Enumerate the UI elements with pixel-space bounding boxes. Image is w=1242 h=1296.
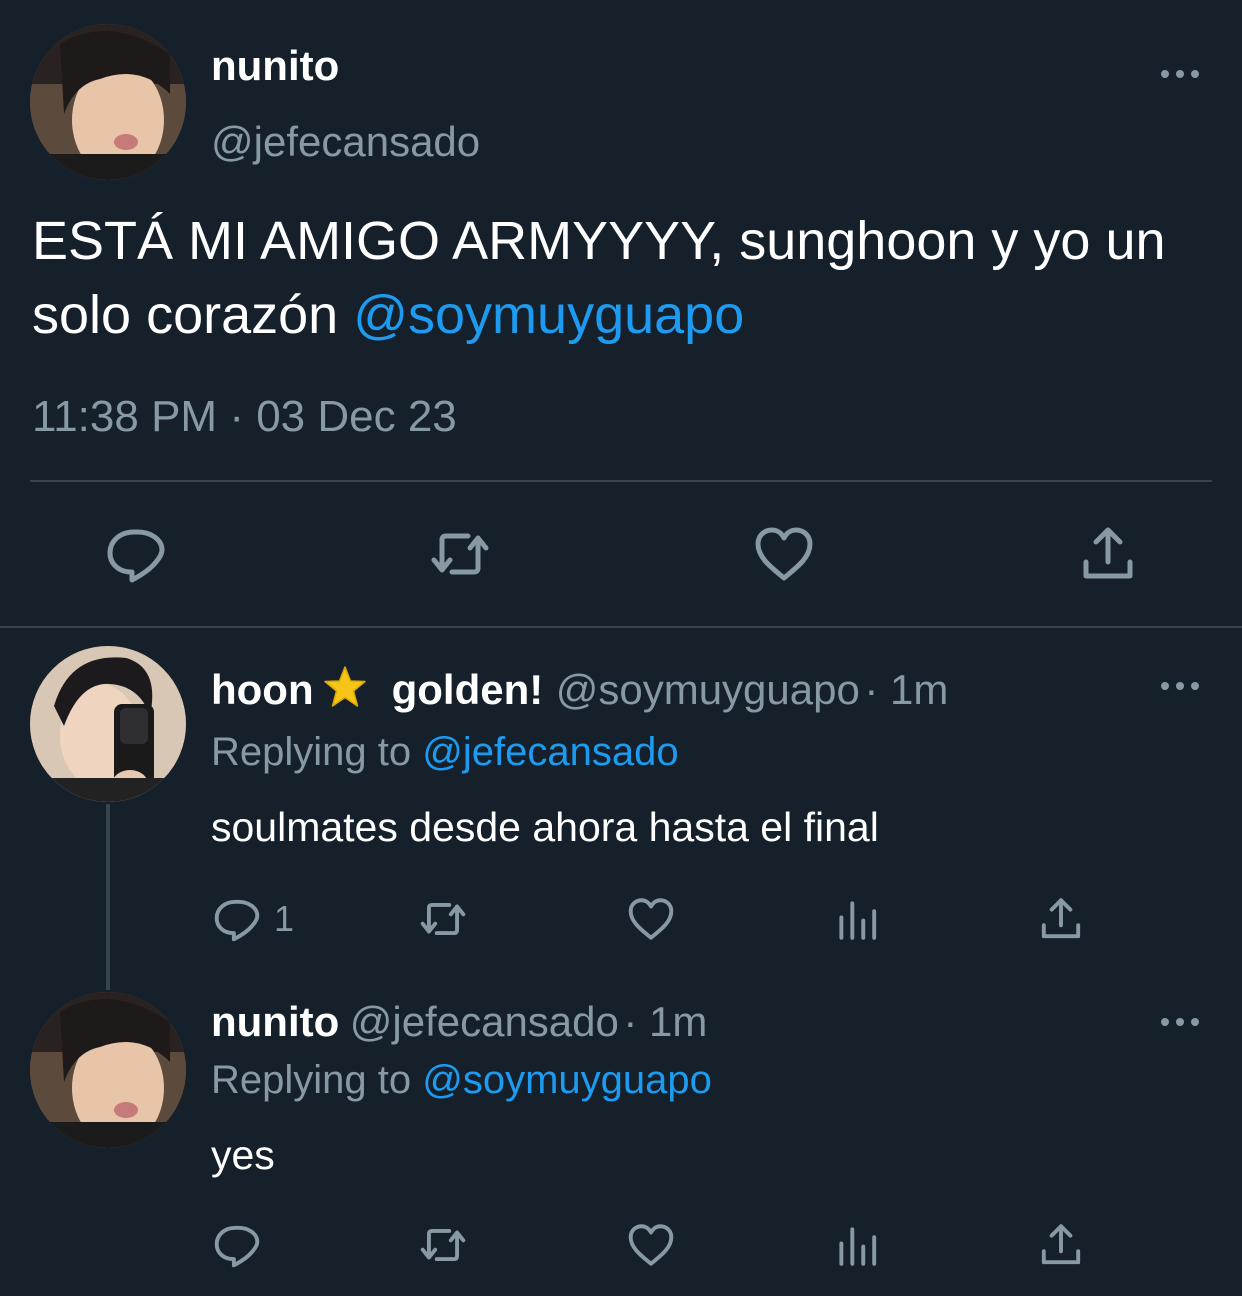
thread-line — [106, 804, 110, 990]
more-horizontal-icon[interactable] — [1160, 64, 1200, 84]
reply-icon[interactable] — [104, 522, 168, 586]
reply-header: nunito @jefecansado · 1m — [211, 998, 707, 1046]
replying-to-link[interactable]: @soymuyguapo — [422, 1058, 712, 1102]
more-horizontal-icon[interactable] — [1160, 676, 1200, 696]
divider — [30, 480, 1212, 482]
tweet-date: 03 Dec 23 — [256, 392, 457, 441]
replying-to: Replying to @soymuyguapo — [211, 1058, 712, 1103]
tweet-time: 11:38 PM — [32, 392, 218, 441]
reply-time[interactable]: · 1m — [864, 666, 948, 713]
reply-time[interactable]: · 1m — [623, 998, 707, 1045]
meta-separator: · — [229, 392, 244, 441]
avatar[interactable] — [30, 992, 186, 1148]
reply-text: yes — [211, 1132, 275, 1178]
author-handle[interactable]: @jefecansado — [211, 118, 480, 166]
avatar[interactable] — [30, 646, 186, 802]
avatar[interactable] — [30, 24, 186, 180]
retweet-icon[interactable] — [418, 894, 468, 944]
replying-to: Replying to @jefecansado — [211, 730, 679, 775]
replying-prefix: Replying to — [211, 1058, 412, 1102]
analytics-icon[interactable] — [832, 894, 882, 944]
mention-link[interactable]: @soymuyguapo — [353, 285, 744, 345]
like-icon[interactable] — [626, 894, 676, 944]
like-icon[interactable] — [626, 1220, 676, 1270]
replying-to-link[interactable]: @jefecansado — [422, 730, 678, 774]
more-horizontal-icon[interactable] — [1160, 1012, 1200, 1032]
tweet-text: ESTÁ MI AMIGO ARMYYYY, sunghoon y yo un … — [32, 204, 1212, 352]
author-display-name[interactable]: nunito — [211, 998, 339, 1045]
star-icon — [322, 664, 368, 710]
author-display-name-suffix[interactable]: golden! — [392, 666, 544, 713]
author-display-name[interactable]: nunito — [211, 42, 339, 90]
reply-text: soulmates desde ahora hasta el final — [211, 804, 879, 850]
reply-icon[interactable] — [212, 894, 262, 944]
retweet-icon[interactable] — [418, 1220, 468, 1270]
reply-header: hoon golden! @soymuyguapo · 1m — [211, 664, 948, 714]
like-icon[interactable] — [752, 522, 816, 586]
reply-icon[interactable] — [212, 1220, 262, 1270]
replying-prefix: Replying to — [211, 730, 412, 774]
reply-count: 1 — [274, 898, 295, 939]
analytics-icon[interactable] — [832, 1220, 882, 1270]
author-display-name[interactable]: hoon — [211, 666, 314, 713]
author-handle[interactable]: @soymuyguapo — [556, 666, 860, 713]
divider — [0, 626, 1242, 628]
share-icon[interactable] — [1036, 894, 1086, 944]
share-icon[interactable] — [1036, 1220, 1086, 1270]
tweet-timestamp[interactable]: 11:38 PM · 03 Dec 23 — [32, 392, 457, 442]
retweet-icon[interactable] — [428, 522, 492, 586]
share-icon[interactable] — [1076, 522, 1140, 586]
author-handle[interactable]: @jefecansado — [350, 998, 619, 1045]
